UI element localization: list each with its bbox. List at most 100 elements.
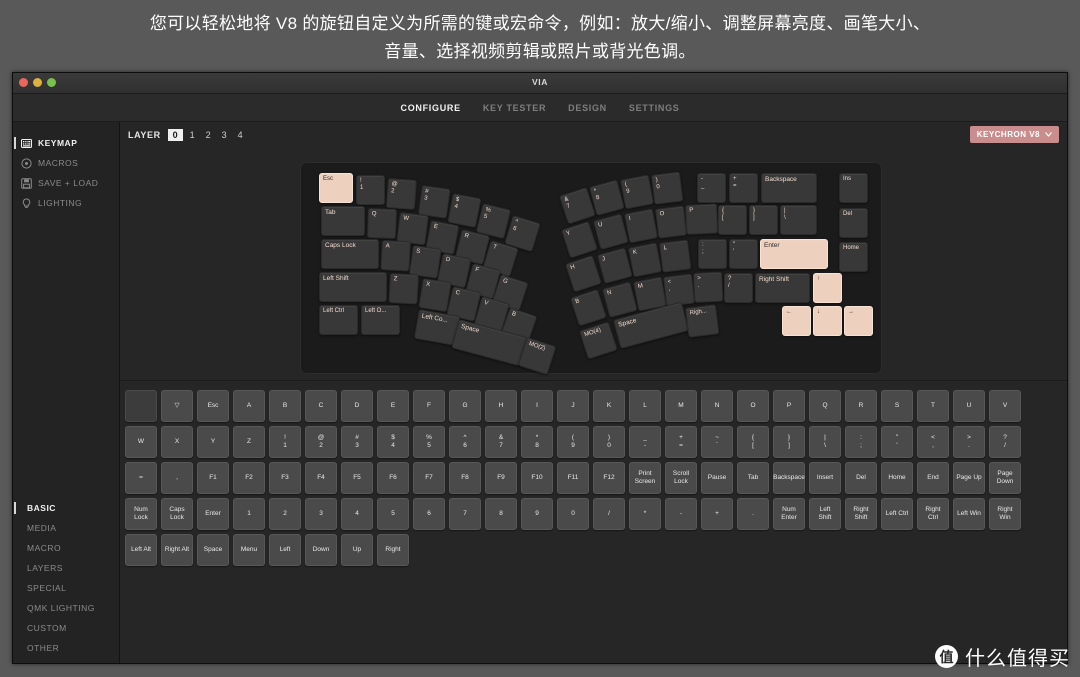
palette-key[interactable]: O: [737, 390, 769, 422]
palette-key[interactable]: F3: [269, 462, 301, 494]
keymap-key[interactable]: Home: [839, 242, 868, 272]
palette-key[interactable]: + =: [665, 426, 697, 458]
palette-key[interactable]: & 7: [485, 426, 517, 458]
palette-key[interactable]: N: [701, 390, 733, 422]
keymap-key[interactable]: Righ...: [685, 304, 720, 338]
palette-key[interactable]: E: [377, 390, 409, 422]
palette-key[interactable]: B: [269, 390, 301, 422]
tab-configure[interactable]: CONFIGURE: [401, 103, 461, 113]
keymap-key[interactable]: A: [380, 240, 411, 272]
palette-key[interactable]: ) 0: [593, 426, 625, 458]
keymap-key[interactable]: Tab: [321, 206, 365, 236]
keymap-key[interactable]: Backspace: [761, 173, 817, 203]
palette-key[interactable]: F10: [521, 462, 553, 494]
palette-key[interactable]: | \: [809, 426, 841, 458]
palette-key[interactable]: Scroll Lock: [665, 462, 697, 494]
palette-key[interactable]: ! 1: [269, 426, 301, 458]
keymap-key[interactable]: + =: [729, 173, 758, 203]
palette-key[interactable]: Right: [377, 534, 409, 566]
sidebar-category-basic[interactable]: BASIC: [13, 498, 119, 518]
keymap-key[interactable]: ) 0: [651, 171, 684, 205]
palette-key[interactable]: Page Down: [989, 462, 1021, 494]
layer-button-0[interactable]: 0: [167, 129, 183, 141]
tab-design[interactable]: DESIGN: [568, 103, 607, 113]
keymap-key[interactable]: Del: [839, 208, 868, 238]
palette-key[interactable]: F: [413, 390, 445, 422]
keyboard-selector[interactable]: KEYCHRON V8: [969, 126, 1059, 143]
layer-button-3[interactable]: 3: [220, 130, 229, 140]
palette-key[interactable]: P: [773, 390, 805, 422]
palette-key[interactable]: End: [917, 462, 949, 494]
palette-key[interactable]: Left Shift: [809, 498, 841, 530]
keymap-key[interactable]: L: [659, 239, 692, 273]
palette-key[interactable]: Esc: [197, 390, 229, 422]
palette-key[interactable]: _ -: [629, 426, 661, 458]
keymap-key[interactable]: H: [565, 255, 602, 293]
palette-key-empty[interactable]: [125, 390, 157, 422]
palette-key[interactable]: C: [305, 390, 337, 422]
palette-key[interactable]: Right Alt: [161, 534, 193, 566]
palette-key[interactable]: D: [341, 390, 373, 422]
palette-key[interactable]: A: [233, 390, 265, 422]
keymap-key[interactable]: X: [418, 278, 452, 313]
palette-key[interactable]: ^ 6: [449, 426, 481, 458]
palette-key[interactable]: % 5: [413, 426, 445, 458]
palette-key[interactable]: X: [161, 426, 193, 458]
palette-key[interactable]: {[: [737, 426, 769, 458]
palette-key[interactable]: Enter: [197, 498, 229, 530]
keymap-key[interactable]: Enter: [760, 239, 828, 269]
palette-key[interactable]: Right Ctrl: [917, 498, 949, 530]
keymap-key[interactable]: ? /: [724, 273, 753, 303]
palette-key[interactable]: F2: [233, 462, 265, 494]
palette-key[interactable]: K: [593, 390, 625, 422]
palette-key[interactable]: 1: [233, 498, 265, 530]
palette-key[interactable]: F6: [377, 462, 409, 494]
palette-key[interactable]: Pause: [701, 462, 733, 494]
keymap-key[interactable]: @ 2: [385, 178, 417, 210]
palette-key[interactable]: $4: [377, 426, 409, 458]
palette-key[interactable]: Num Enter: [773, 498, 805, 530]
sidebar-category-layers[interactable]: LAYERS: [13, 558, 119, 578]
palette-key[interactable]: " ': [881, 426, 913, 458]
sidebar-item-keymap[interactable]: KEYMAP: [13, 133, 119, 153]
keymap-key[interactable]: > .: [693, 271, 724, 303]
palette-key[interactable]: F7: [413, 462, 445, 494]
palette-key[interactable]: 2: [269, 498, 301, 530]
palette-key[interactable]: (9: [557, 426, 589, 458]
palette-key[interactable]: Menu: [233, 534, 265, 566]
keymap-key[interactable]: Z: [388, 273, 419, 305]
palette-key[interactable]: 7: [449, 498, 481, 530]
palette-key[interactable]: Left Ctrl: [881, 498, 913, 530]
keymap-key[interactable]: ( 9: [620, 174, 655, 210]
palette-key[interactable]: #3: [341, 426, 373, 458]
palette-key[interactable]: F11: [557, 462, 589, 494]
palette-key[interactable]: 5: [377, 498, 409, 530]
keymap-key[interactable]: Q: [366, 208, 397, 239]
palette-key[interactable]: F8: [449, 462, 481, 494]
palette-key[interactable]: Right Shift: [845, 498, 877, 530]
keymap-key[interactable]: K: [628, 242, 663, 278]
palette-key[interactable]: ? /: [989, 426, 1021, 458]
palette-key[interactable]: H: [485, 390, 517, 422]
palette-key[interactable]: Q: [809, 390, 841, 422]
palette-key[interactable]: Print Screen: [629, 462, 661, 494]
palette-key[interactable]: 4: [341, 498, 373, 530]
keymap-key[interactable]: I: [624, 208, 659, 244]
palette-key[interactable]: Right Win: [989, 498, 1021, 530]
palette-key[interactable]: Home: [881, 462, 913, 494]
palette-key[interactable]: /: [593, 498, 625, 530]
layer-button-1[interactable]: 1: [188, 130, 197, 140]
keymap-key[interactable]: ↑: [813, 273, 842, 303]
palette-key[interactable]: L: [629, 390, 661, 422]
keymap-key[interactable]: B: [570, 289, 607, 327]
keymap-key[interactable]: - _: [697, 173, 726, 203]
palette-key[interactable]: ▽: [161, 390, 193, 422]
keymap-key[interactable]: Ins: [839, 173, 868, 203]
keymap-key[interactable]: Left Ctrl: [319, 305, 358, 335]
palette-key[interactable]: Z: [233, 426, 265, 458]
keymap-key[interactable]: " ': [729, 239, 758, 269]
palette-key[interactable]: Insert: [809, 462, 841, 494]
palette-key[interactable]: :;: [845, 426, 877, 458]
keymap-key[interactable]: : ;: [698, 239, 727, 269]
sidebar-category-other[interactable]: OTHER: [13, 638, 119, 658]
